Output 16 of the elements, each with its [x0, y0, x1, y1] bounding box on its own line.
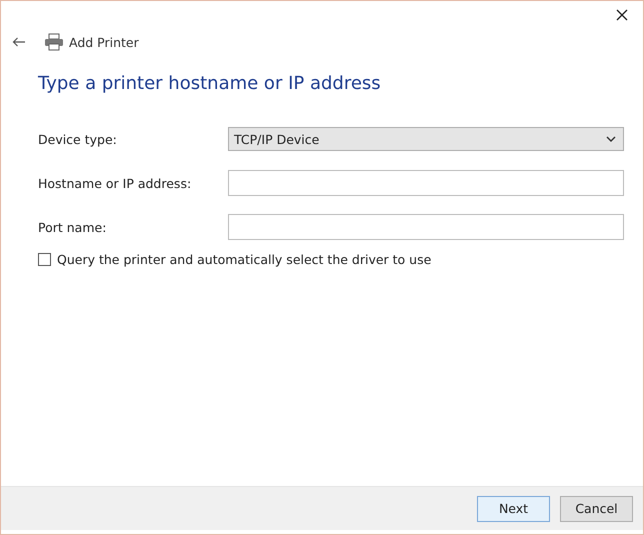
field-label: Device type:: [38, 132, 118, 146]
dialog-button[interactable]: Next: [477, 496, 550, 522]
back-arrow-icon[interactable]: [12, 37, 26, 47]
input-field[interactable]: [228, 214, 624, 240]
checkbox-label: Query the printer and automatically select the driver to use: [57, 252, 432, 267]
close-icon[interactable]: [616, 9, 628, 21]
checkbox[interactable]: [38, 253, 51, 266]
window-title: Add Printer: [69, 34, 139, 50]
page-heading: Type a printer hostname or IP address: [38, 73, 382, 94]
printer-icon: [44, 33, 64, 51]
device-type-dropdown[interactable]: TCP/IP Device: [228, 127, 624, 151]
field-label: Hostname or IP address:: [38, 176, 192, 190]
input-field[interactable]: [228, 170, 624, 196]
chevron-down-icon: [606, 136, 616, 142]
dialog-button[interactable]: Cancel: [560, 496, 633, 522]
field-label: Port name:: [38, 220, 108, 234]
